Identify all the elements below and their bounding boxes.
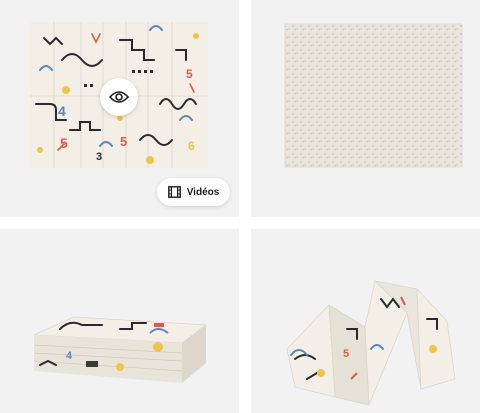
svg-text:5: 5 xyxy=(60,135,68,151)
gallery-image-2[interactable] xyxy=(251,0,480,217)
playmat-back-image xyxy=(284,23,463,168)
svg-text:4: 4 xyxy=(66,350,73,362)
svg-text:5: 5 xyxy=(186,67,193,81)
videos-button[interactable]: Vidéos xyxy=(157,178,230,206)
gallery-image-3[interactable]: 4 xyxy=(0,229,239,413)
playmat-folded-image: 4 xyxy=(33,316,208,383)
svg-text:6: 6 xyxy=(188,139,195,153)
playmat-standing-image: 5 xyxy=(286,280,456,406)
gallery-image-1[interactable]: 4 5 5 5 3 6 Vidéos xyxy=(0,0,239,217)
svg-text:5: 5 xyxy=(343,348,349,360)
eye-icon xyxy=(109,91,129,103)
film-icon xyxy=(167,186,181,198)
svg-text:3: 3 xyxy=(96,151,102,163)
svg-text:4: 4 xyxy=(58,103,66,119)
svg-text:5: 5 xyxy=(120,134,127,149)
videos-button-label: Vidéos xyxy=(186,186,220,198)
gallery-image-4[interactable]: 5 xyxy=(251,229,480,413)
view-image-button[interactable] xyxy=(100,78,138,116)
